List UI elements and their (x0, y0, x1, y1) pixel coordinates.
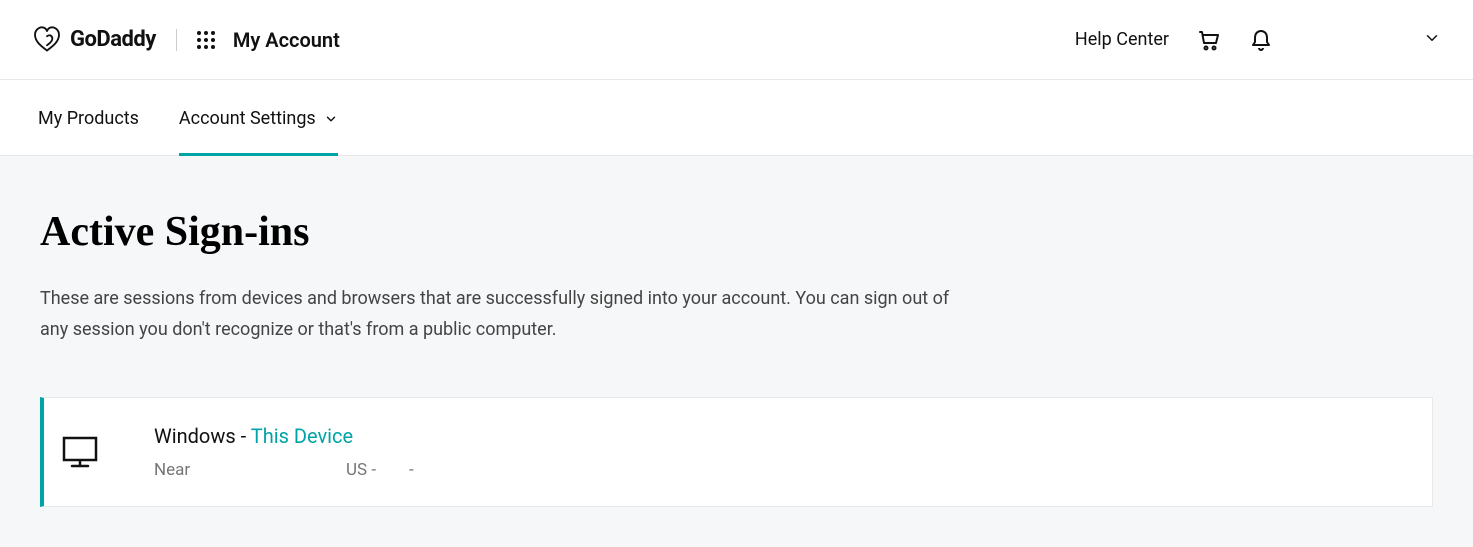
godaddy-logo[interactable]: GoDaddy (32, 25, 156, 55)
session-os: Windows (154, 424, 236, 448)
account-menu-toggle[interactable] (1423, 29, 1441, 51)
help-center-link[interactable]: Help Center (1075, 29, 1169, 50)
page-title: Active Sign-ins (40, 208, 1433, 256)
tabs-bar: My Products Account Settings (0, 80, 1473, 156)
session-sep: - (236, 424, 251, 448)
top-bar: GoDaddy My Account Help Center (0, 0, 1473, 80)
godaddy-heart-icon (32, 25, 62, 55)
main-content: Active Sign-ins These are sessions from … (0, 156, 1473, 547)
session-title: Windows - This Device (154, 424, 414, 448)
this-device-label: This Device (251, 424, 353, 448)
chevron-down-icon (324, 112, 338, 126)
cart-button[interactable] (1197, 28, 1221, 52)
location-country: US - (346, 460, 409, 480)
chevron-down-icon (1423, 29, 1441, 47)
page-description: These are sessions from devices and brow… (40, 284, 950, 345)
app-grid-icon[interactable] (197, 31, 215, 49)
tab-my-products[interactable]: My Products (38, 80, 139, 155)
location-trailing: - (409, 460, 414, 480)
location-near: Near (154, 460, 346, 480)
monitor-icon (62, 436, 98, 468)
vertical-divider (176, 29, 177, 51)
brand-name: GoDaddy (70, 27, 156, 52)
bell-icon (1249, 28, 1273, 52)
tab-account-settings[interactable]: Account Settings (179, 80, 338, 155)
session-card[interactable]: Windows - This Device Near US - - (40, 397, 1433, 507)
notifications-button[interactable] (1249, 28, 1273, 52)
session-location: Near US - - (154, 460, 414, 480)
session-info: Windows - This Device Near US - - (154, 424, 414, 480)
tab-label: My Products (38, 108, 139, 129)
cart-icon (1197, 28, 1221, 52)
tab-label: Account Settings (179, 108, 316, 129)
my-account-label[interactable]: My Account (233, 28, 340, 52)
